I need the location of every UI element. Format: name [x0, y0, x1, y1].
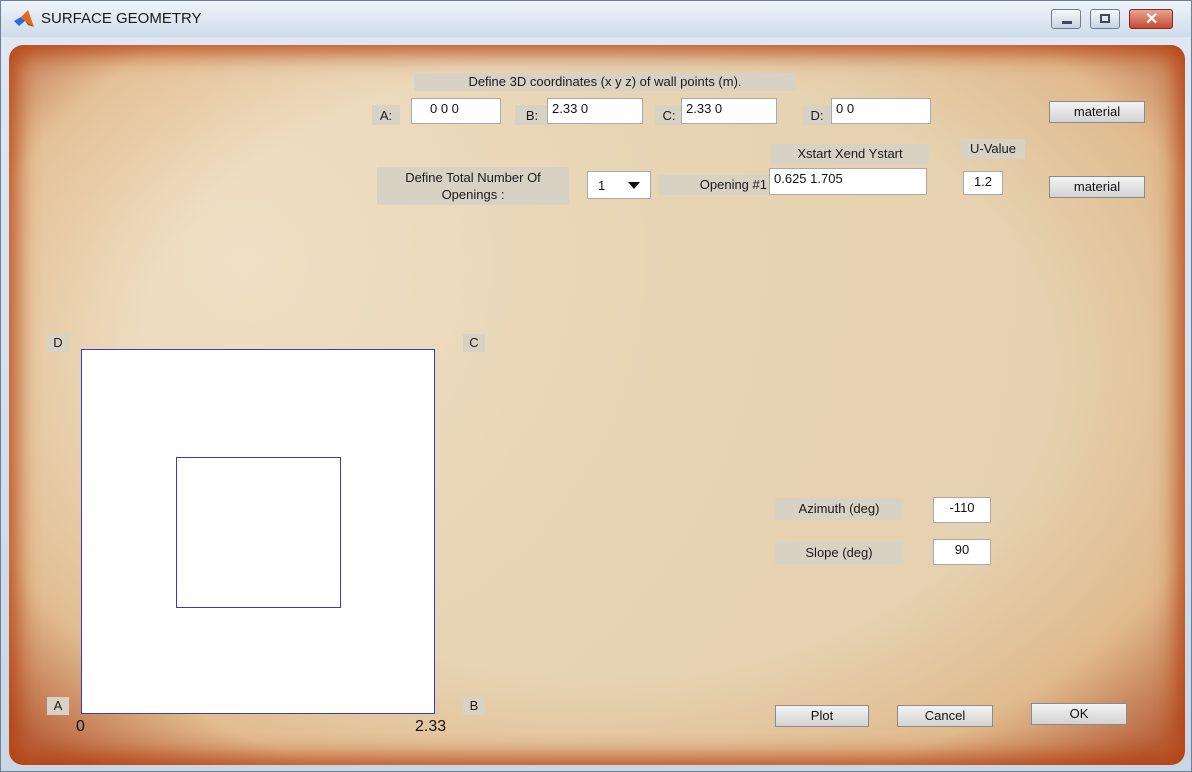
instruction-label: Define 3D coordinates (x y z) of wall po… [414, 73, 796, 91]
openings-count-dropdown[interactable]: 1 [587, 171, 651, 199]
matlab-logo-icon [14, 10, 34, 27]
point-d-label: D: [803, 105, 831, 125]
azimuth-label: Azimuth (deg) [775, 498, 903, 520]
maximize-icon [1100, 14, 1110, 23]
ok-button[interactable]: OK [1031, 703, 1127, 725]
azimuth-input[interactable]: -110 [933, 497, 991, 523]
opening-1-label: Opening #1 [659, 175, 771, 195]
opening-1-input[interactable]: 0.625 1.705 [769, 168, 927, 195]
close-button[interactable]: ✕ [1129, 9, 1173, 29]
chevron-down-icon [628, 182, 640, 189]
x-tick-start: 0 [76, 718, 85, 735]
openings-count-value: 1 [598, 178, 606, 193]
window-title: SURFACE GEOMETRY [41, 10, 202, 27]
slope-label: Slope (deg) [775, 542, 903, 564]
u-value-label: U-Value [961, 139, 1025, 159]
corner-label-d: D [47, 334, 69, 352]
point-c-label: C: [655, 105, 683, 125]
point-c-input[interactable]: 2.33 0 [681, 98, 777, 124]
wall-material-button[interactable]: material [1049, 101, 1145, 123]
wall-plot-axes [81, 349, 435, 714]
opening-material-button[interactable]: material [1049, 176, 1145, 198]
u-value-input[interactable]: 1.2 [963, 171, 1003, 195]
plot-button[interactable]: Plot [775, 705, 869, 727]
define-openings-label: Define Total Number Of Openings : [377, 167, 569, 205]
corner-label-b: B [463, 697, 485, 715]
point-a-input[interactable]: 0 0 0 [411, 98, 501, 124]
close-icon: ✕ [1145, 11, 1159, 28]
point-a-label: A: [372, 105, 400, 125]
point-d-input[interactable]: 0 0 [831, 98, 931, 124]
figure-client-area: Define 3D coordinates (x y z) of wall po… [9, 45, 1185, 765]
slope-input[interactable]: 90 [933, 539, 991, 565]
corner-label-a: A [47, 697, 69, 715]
app-window: SURFACE GEOMETRY ✕ Define 3D coordinates… [0, 0, 1192, 772]
opening-columns-label: Xstart Xend Ystart [771, 144, 929, 164]
minimize-icon [1062, 21, 1072, 24]
x-tick-end: 2.33 [415, 718, 447, 735]
opening-rectangle [176, 457, 341, 608]
minimize-button[interactable] [1051, 9, 1081, 29]
cancel-button[interactable]: Cancel [897, 705, 993, 727]
maximize-button[interactable] [1090, 9, 1120, 29]
point-b-input[interactable]: 2.33 0 [547, 98, 643, 124]
title-bar[interactable]: SURFACE GEOMETRY ✕ [1, 1, 1191, 37]
point-b-label: B: [515, 105, 549, 125]
corner-label-c: C [463, 334, 485, 352]
